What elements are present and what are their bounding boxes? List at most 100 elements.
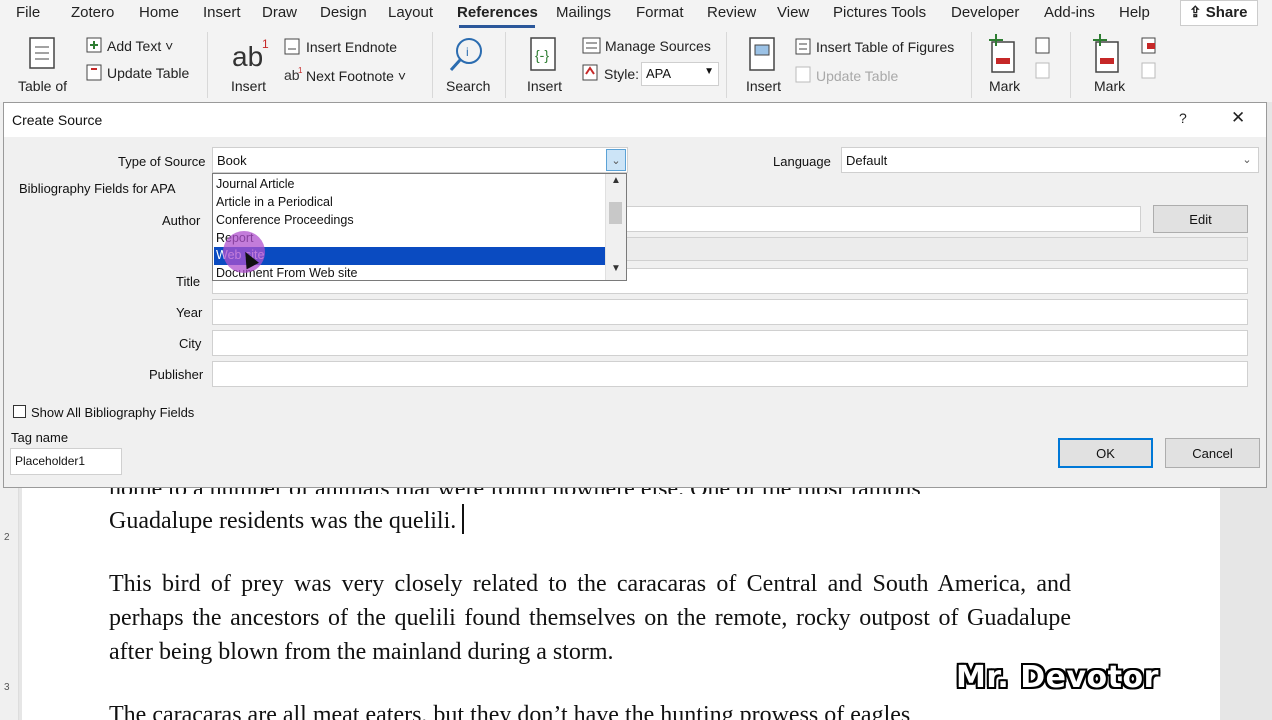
document-paragraph-partial: The caracaras are all meat eaters, but t… bbox=[109, 702, 911, 720]
tab-home[interactable]: Home bbox=[139, 4, 179, 21]
insert-citation-button[interactable]: Insert bbox=[527, 78, 562, 94]
insert-table-of-figures-button[interactable]: Insert Table of Figures bbox=[816, 39, 954, 55]
share-button[interactable]: ⇪ Share bbox=[1180, 0, 1258, 26]
year-field[interactable] bbox=[212, 299, 1248, 325]
help-button[interactable]: ? bbox=[1179, 110, 1187, 126]
svg-text:ab: ab bbox=[232, 41, 263, 72]
ribbon-separator bbox=[432, 32, 433, 98]
tab-help[interactable]: Help bbox=[1119, 4, 1150, 21]
add-text-button[interactable]: Add Text ˅ bbox=[107, 38, 173, 54]
tab-insert[interactable]: Insert bbox=[203, 4, 241, 21]
document-line: Guadalupe residents was the quelili. bbox=[109, 504, 1071, 538]
update-table-icon bbox=[86, 64, 102, 81]
show-all-label[interactable]: Show All Bibliography Fields bbox=[31, 405, 194, 420]
tab-add-ins[interactable]: Add-ins bbox=[1044, 4, 1095, 21]
source-type-list[interactable]: Journal Article Article in a Periodical … bbox=[212, 173, 627, 281]
ribbon-separator bbox=[207, 32, 208, 98]
svg-text:i: i bbox=[466, 45, 469, 59]
dialog-title-bar: Create Source ? ✕ bbox=[4, 103, 1266, 137]
show-all-checkbox[interactable] bbox=[13, 405, 26, 418]
list-item[interactable]: Journal Article bbox=[216, 176, 605, 194]
ribbon-separator bbox=[1070, 32, 1071, 98]
language-value: Default bbox=[846, 153, 888, 168]
share-icon: ⇪ bbox=[1189, 4, 1206, 21]
next-footnote-button[interactable]: Next Footnote ˅ bbox=[306, 68, 406, 84]
menu-bar: File Zotero Home Insert Draw Design Layo… bbox=[0, 0, 1272, 28]
author-label: Author bbox=[162, 213, 201, 228]
edit-author-button[interactable]: Edit bbox=[1153, 205, 1248, 233]
list-scrollbar[interactable]: ▲ ▼ bbox=[605, 174, 626, 280]
language-select[interactable]: Default ⌄ bbox=[841, 147, 1259, 173]
publisher-field[interactable] bbox=[212, 361, 1248, 387]
insert-footnote-button[interactable]: Insert bbox=[231, 78, 266, 94]
svg-text:1: 1 bbox=[262, 37, 269, 51]
list-item-selected[interactable]: Web site bbox=[214, 247, 607, 265]
tab-design[interactable]: Design bbox=[320, 4, 367, 21]
document-paragraph: This bird of prey was very closely relat… bbox=[109, 571, 1071, 665]
ruler-mark: 2 bbox=[4, 532, 10, 543]
bibliography-fields-header: Bibliography Fields for APA bbox=[19, 181, 176, 196]
ribbon-separator bbox=[505, 32, 506, 98]
svg-text:1: 1 bbox=[298, 66, 303, 75]
ribbon-separator bbox=[971, 32, 972, 98]
tab-view[interactable]: View bbox=[777, 4, 809, 21]
type-of-source-select[interactable]: Book ⌄ bbox=[212, 147, 628, 173]
type-of-source-value: Book bbox=[217, 153, 247, 168]
scroll-up-icon[interactable]: ▲ bbox=[606, 175, 626, 191]
insert-citation-icon: {-} bbox=[530, 37, 556, 71]
tab-draw[interactable]: Draw bbox=[262, 4, 297, 21]
tab-zotero[interactable]: Zotero bbox=[71, 4, 114, 21]
create-source-dialog: Create Source ? ✕ Type of Source Book ⌄ … bbox=[3, 102, 1267, 488]
mark-entry-button[interactable]: Mark bbox=[989, 78, 1020, 94]
list-item[interactable]: Conference Proceedings bbox=[216, 212, 605, 230]
insert-endnote-button[interactable]: Insert Endnote bbox=[306, 39, 397, 55]
close-button[interactable]: ✕ bbox=[1231, 108, 1245, 128]
style-label: Style: bbox=[604, 66, 640, 82]
manage-sources-button[interactable]: Manage Sources bbox=[605, 38, 711, 54]
city-field[interactable] bbox=[212, 330, 1248, 356]
city-label: City bbox=[179, 336, 202, 351]
style-select[interactable]: APA ▼ bbox=[641, 62, 719, 86]
manage-sources-icon bbox=[582, 37, 601, 54]
tab-review[interactable]: Review bbox=[707, 4, 756, 21]
style-icon bbox=[582, 64, 598, 81]
tab-references[interactable]: References bbox=[457, 4, 538, 21]
document-text: Guadalupe residents was the quelili. bbox=[109, 508, 457, 534]
insert-endnote-icon bbox=[284, 38, 300, 55]
scroll-down-icon[interactable]: ▼ bbox=[606, 263, 626, 279]
tag-name-field[interactable]: Placeholder1 bbox=[10, 448, 122, 475]
text-cursor bbox=[462, 504, 465, 534]
insert-caption-icon bbox=[749, 37, 775, 71]
update-table-disabled-icon bbox=[795, 66, 811, 83]
cancel-button[interactable]: Cancel bbox=[1165, 438, 1260, 468]
table-of-contents-icon bbox=[29, 37, 55, 69]
watermark: Mr. Devotor bbox=[956, 660, 1159, 695]
type-of-source-label: Type of Source bbox=[118, 154, 206, 169]
update-table-figures-button[interactable]: Update Table bbox=[816, 68, 898, 84]
list-item[interactable]: Article in a Periodical bbox=[216, 194, 605, 212]
language-label: Language bbox=[773, 154, 831, 169]
tab-developer[interactable]: Developer bbox=[951, 4, 1019, 21]
dialog-title: Create Source bbox=[12, 112, 103, 128]
ribbon-separator bbox=[726, 32, 727, 98]
tab-layout[interactable]: Layout bbox=[388, 4, 433, 21]
publisher-label: Publisher bbox=[149, 367, 204, 382]
tab-mailings[interactable]: Mailings bbox=[556, 4, 611, 21]
scroll-thumb[interactable] bbox=[609, 202, 622, 224]
mark-citation-button[interactable]: Mark bbox=[1094, 78, 1125, 94]
chevron-down-icon[interactable]: ⌄ bbox=[1237, 149, 1257, 171]
tab-pictures-tools[interactable]: Pictures Tools bbox=[833, 4, 926, 21]
insert-caption-button[interactable]: Insert bbox=[746, 78, 781, 94]
tab-format[interactable]: Format bbox=[636, 4, 684, 21]
list-item[interactable]: Report bbox=[216, 230, 605, 248]
tab-file[interactable]: File bbox=[16, 4, 40, 21]
list-item[interactable]: Document From Web site bbox=[216, 265, 605, 280]
mark-entry-icon bbox=[989, 34, 1015, 73]
svg-text:{-}: {-} bbox=[535, 47, 549, 63]
ok-button[interactable]: OK bbox=[1058, 438, 1153, 468]
insert-table-of-figures-icon bbox=[795, 38, 811, 55]
table-of-contents-button[interactable]: Table of bbox=[18, 78, 67, 94]
chevron-down-icon[interactable]: ⌄ bbox=[606, 149, 626, 171]
update-table-button[interactable]: Update Table bbox=[107, 65, 189, 81]
search-button[interactable]: Search bbox=[446, 78, 490, 94]
